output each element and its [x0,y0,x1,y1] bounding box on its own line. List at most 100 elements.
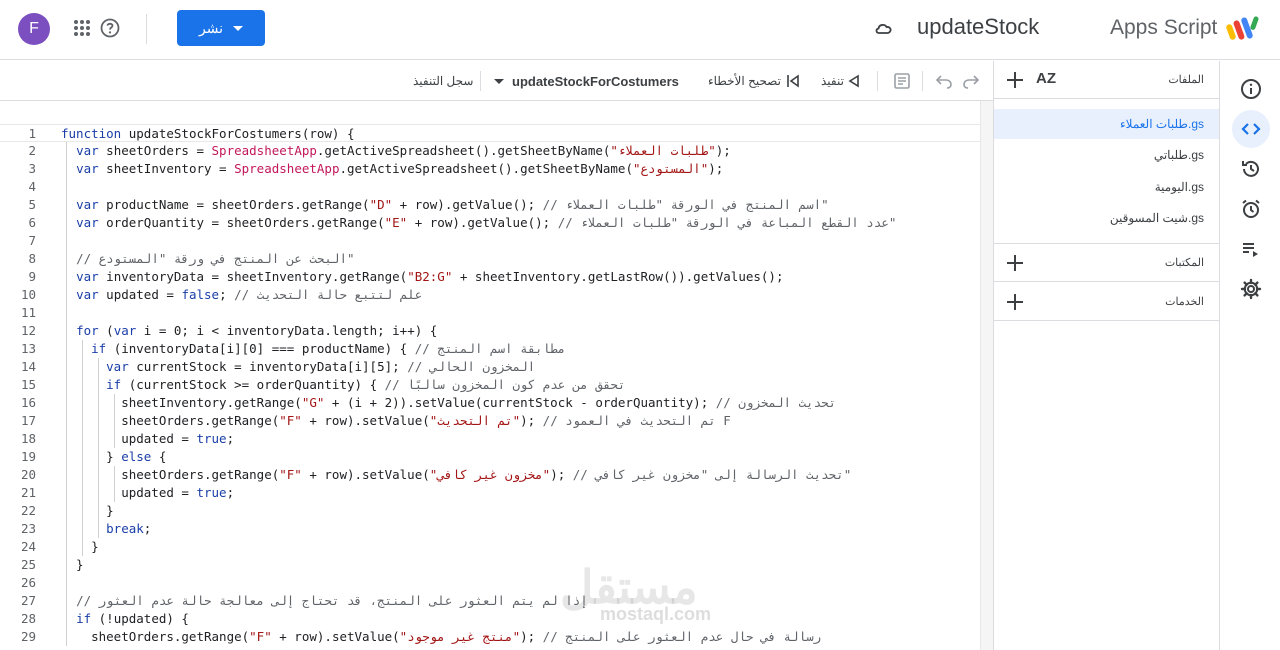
debug-label: تصحيح الأخطاء [708,74,781,88]
project-title[interactable]: updateStock [917,14,1039,40]
line-code: var currentStock = inventoryData[i][5]; … [106,359,536,374]
code-line[interactable]: 21 updated = true; [0,484,980,502]
add-service-icon[interactable] [1004,291,1026,313]
line-code: // البحث عن المنتج في ورقة "المستودع" [76,251,355,266]
line-code: break; [106,521,152,536]
code-line[interactable]: 2 var sheetOrders = SpreadsheetApp.getAc… [0,142,980,160]
code-line[interactable]: 8 // البحث عن المنتج في ورقة "المستودع" [0,250,980,268]
code-line[interactable]: 9 var inventoryData = sheetInventory.get… [0,268,980,286]
navigation-rail [1219,61,1280,650]
help-icon[interactable] [100,18,120,38]
apps-grid-icon[interactable] [72,18,92,38]
file-item[interactable]: طلبات العملاء.gs [994,109,1220,139]
function-select[interactable]: updateStockForCostumers [494,61,679,101]
code-line[interactable]: 11 [0,304,980,322]
code-line[interactable]: 28 if (!updated) { [0,610,980,628]
line-code: } [61,503,114,518]
code-line[interactable]: 7 [0,232,980,250]
code-line[interactable]: 13 if (inventoryData[i][0] === productNa… [0,340,980,358]
code-icon [1241,123,1261,135]
run-button[interactable]: تنفيذ [821,61,860,101]
line-number: 12 [20,323,36,338]
libraries-label: المكتبات [1164,257,1204,269]
file-item[interactable]: اليومية.gs [994,172,1220,202]
code-line[interactable]: 27 // إذا لم يتم العثور على المنتج، قد ت… [0,592,980,610]
code-line[interactable]: 18 updated = true; [0,430,980,448]
editor-button[interactable] [1232,110,1270,148]
execution-log-label: سجل التنفيذ [413,74,474,88]
file-item[interactable]: شيت المسوقين.gs [994,203,1220,233]
code-line[interactable]: 15 if (currentStock >= orderQuantity) { … [0,376,980,394]
overview-button[interactable] [1232,70,1270,108]
code-line[interactable]: 4 [0,178,980,196]
code-line[interactable]: 14 var currentStock = inventoryData[i][5… [0,358,980,376]
divider [877,71,878,91]
execution-log-button[interactable]: سجل التنفيذ [413,61,473,101]
line-number: 5 [28,197,36,212]
line-code: sheetInventory.getRange("G" + (i + 2)).s… [61,395,837,410]
deploy-label: نشر [198,19,224,36]
files-panel: AZ الملفات طلبات العملاء.gs طلباتي.gs ال… [993,61,1220,650]
file-name: طلبات العملاء.gs [1120,117,1204,131]
debug-button[interactable]: تصحيح الأخطاء [708,61,801,101]
chevron-down-icon [233,25,244,31]
line-number: 14 [20,359,36,374]
file-name: شيت المسوقين.gs [1109,211,1204,225]
code-line[interactable]: 16 sheetInventory.getRange("G" + (i + 2)… [0,394,980,412]
line-code: var inventoryData = sheetInventory.getRa… [76,269,784,284]
file-item[interactable]: طلباتي.gs [994,140,1220,170]
sort-az-icon[interactable]: AZ [1036,70,1056,87]
product-name: Apps Script [1110,16,1218,39]
undo-icon[interactable] [935,72,953,90]
code-line[interactable]: 17 sheetOrders.getRange("F" + row).setVa… [0,412,980,430]
triggers-history-button[interactable] [1232,150,1270,188]
add-file-icon[interactable] [1004,69,1026,91]
format-document-icon[interactable] [892,71,912,91]
code-line[interactable]: 10 var updated = false; // علم لتتبع حال… [0,286,980,304]
add-library-icon[interactable] [1004,252,1026,274]
divider [480,71,481,91]
line-code: sheetOrders.getRange("F" + row).setValue… [61,413,731,428]
code-line[interactable]: 20 sheetOrders.getRange("F" + row).setVa… [0,466,980,484]
files-header: AZ الملفات [994,61,1220,99]
code-line[interactable]: 26 [0,574,980,592]
cloud-saved-icon [875,23,892,34]
line-number: 25 [20,557,36,572]
line-number: 4 [28,179,36,194]
code-line[interactable]: 19 } else { [0,448,980,466]
code-line[interactable]: 1 function updateStockForCostumers(row) { [0,124,980,142]
triggers-button[interactable] [1232,190,1270,228]
code-line[interactable]: 3 var sheetInventory = SpreadsheetApp.ge… [0,160,980,178]
code-line[interactable]: 29 sheetOrders.getRange("F" + row).setVa… [0,628,980,646]
editor-scrollbar[interactable] [980,101,993,650]
files-header-label: الملفات [1168,74,1204,86]
divider [146,14,147,44]
line-code: } else { [61,449,167,464]
code-line[interactable]: 23 break; [0,520,980,538]
code-line[interactable]: 25 } [0,556,980,574]
alarm-clock-icon [1242,199,1260,218]
line-code: sheetOrders.getRange("F" + row).setValue… [61,629,822,644]
line-number: 23 [20,521,36,536]
code-line[interactable]: 12 for (var i = 0; i < inventoryData.len… [0,322,980,340]
deploy-button[interactable]: نشر [177,10,265,46]
indent-guide [66,142,67,646]
code-line[interactable]: 5 var productName = sheetOrders.getRange… [0,196,980,214]
code-line[interactable]: 24 } [0,538,980,556]
redo-icon[interactable] [962,72,980,90]
avatar[interactable]: F [18,13,50,45]
line-code: var orderQuantity = sheetOrders.getRange… [76,215,897,230]
line-number: 10 [20,287,36,302]
executions-button[interactable] [1232,230,1270,268]
libraries-header: المكتبات [994,244,1220,282]
code-editor[interactable]: 1 function updateStockForCostumers(row) {… [0,101,980,650]
watermark-url: mostaql.com [600,604,712,624]
line-code: sheetOrders.getRange("F" + row).setValue… [61,467,852,482]
settings-button[interactable] [1232,270,1270,308]
file-name: اليومية.gs [1154,180,1204,194]
code-line[interactable]: 6 var orderQuantity = sheetOrders.getRan… [0,214,980,232]
editor-toolbar: سجل التنفيذ updateStockForCostumers تصحي… [0,61,993,101]
code-line[interactable]: 22 } [0,502,980,520]
line-number: 28 [20,611,36,626]
info-icon [1241,79,1261,99]
